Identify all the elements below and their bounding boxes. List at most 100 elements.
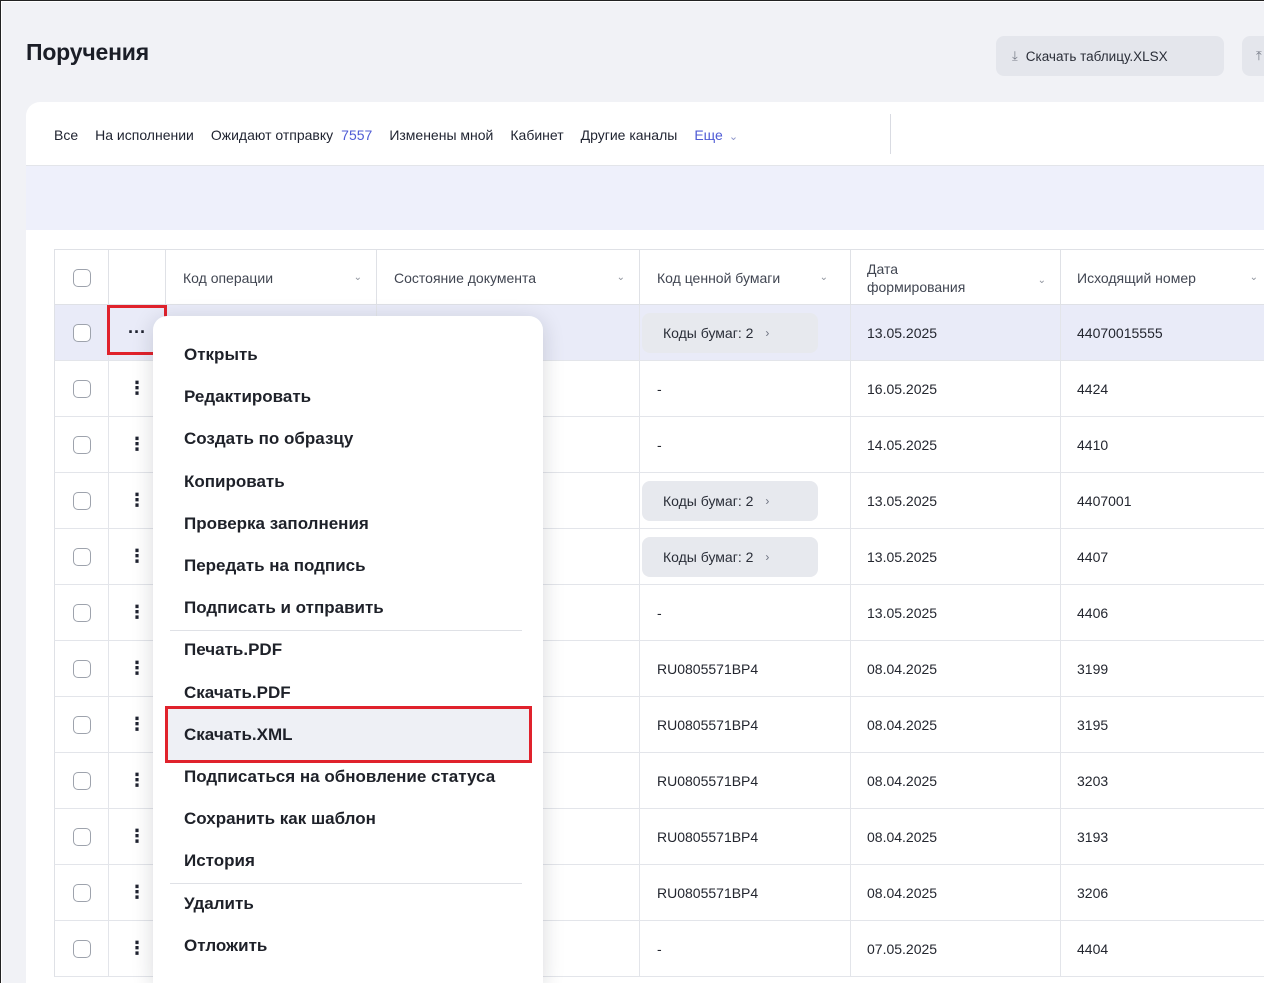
formation-date-cell: 08.04.2025 <box>851 697 1061 752</box>
menu-item-send-for-signature[interactable]: Передать на подпись <box>184 556 366 576</box>
row-checkbox[interactable] <box>72 939 91 958</box>
tab-awaiting-send[interactable]: Ожидают отправку 7557 <box>211 127 372 143</box>
menu-item-create-from-template[interactable]: Создать по образцу <box>184 429 353 449</box>
tab-in-progress[interactable]: На исполнении <box>95 127 194 143</box>
menu-item-subscribe-status[interactable]: Подписаться на обновление статуса <box>184 767 495 787</box>
tab-changed-by-me[interactable]: Изменены мной <box>389 127 493 143</box>
header-document-state[interactable]: Состояние документа ⌄ <box>377 250 640 305</box>
outgoing-number-cell: 3199 <box>1061 641 1264 696</box>
outgoing-number-cell: 4424 <box>1061 361 1264 416</box>
formation-date-cell: 08.04.2025 <box>851 641 1061 696</box>
security-code-cell: RU0805571BP4 <box>640 753 851 808</box>
header-outgoing-number[interactable]: Исходящий номер ⌄ <box>1061 250 1264 305</box>
formation-date-cell: 07.05.2025 <box>851 921 1061 976</box>
download-xlsx-button[interactable]: ⤓ Скачать таблицу.XLSX <box>996 36 1224 76</box>
security-codes-button[interactable]: Коды бумаг: 2 › <box>642 312 818 353</box>
row-checkbox[interactable] <box>72 323 91 342</box>
tab-cabinet[interactable]: Кабинет <box>510 127 563 143</box>
menu-item-delete[interactable]: Удалить <box>184 894 254 914</box>
header-actions <box>109 250 166 305</box>
select-all-checkbox[interactable] <box>72 268 91 287</box>
chevron-right-icon: › <box>765 493 770 508</box>
menu-item-edit[interactable]: Редактировать <box>184 387 311 407</box>
menu-item-download-xml[interactable]: Скачать.XML <box>184 725 293 745</box>
row-checkbox[interactable] <box>72 715 91 734</box>
tab-all[interactable]: Все <box>54 127 78 172</box>
row-checkbox-cell <box>55 473 109 528</box>
row-checkbox[interactable] <box>72 491 91 510</box>
more-vertical-icon: ⋮ <box>128 434 146 454</box>
tab-other-channels[interactable]: Другие каналы <box>581 127 678 143</box>
more-vertical-icon: ⋮ <box>128 546 146 566</box>
chevron-down-icon: ⌄ <box>819 272 828 283</box>
menu-item-check-filling[interactable]: Проверка заполнения <box>184 514 369 534</box>
header-formation-date[interactable]: Дата формирования ⌄ <box>851 250 1061 305</box>
row-checkbox[interactable] <box>72 603 91 622</box>
outgoing-number-cell: 4407 <box>1061 529 1264 584</box>
row-checkbox[interactable] <box>72 547 91 566</box>
download-xlsx-label: Скачать таблицу.XLSX <box>1025 48 1168 64</box>
menu-item-open[interactable]: Открыть <box>184 345 258 365</box>
header-security-code[interactable]: Код ценной бумаги ⌄ <box>640 250 851 305</box>
outgoing-number-cell: 3203 <box>1061 753 1264 808</box>
row-checkbox-cell <box>55 697 109 752</box>
upload-button[interactable]: ⤒ <box>1242 36 1264 76</box>
menu-item-print-pdf[interactable]: Печать.PDF <box>184 640 282 660</box>
row-checkbox-cell <box>55 529 109 584</box>
menu-item-save-as-template[interactable]: Сохранить как шаблон <box>184 809 376 829</box>
menu-item-download-pdf[interactable]: Скачать.PDF <box>184 683 291 703</box>
row-checkbox[interactable] <box>72 435 91 454</box>
security-code-cell: RU0805571BP4 <box>640 697 851 752</box>
row-checkbox[interactable] <box>72 659 91 678</box>
menu-item-copy[interactable]: Копировать <box>184 472 285 492</box>
upload-icon: ⤒ <box>1256 48 1262 63</box>
row-checkbox[interactable] <box>72 771 91 790</box>
row-checkbox-cell <box>55 753 109 808</box>
outgoing-number-cell: 3193 <box>1061 809 1264 864</box>
security-code-cell: Коды бумаг: 2 › <box>640 305 851 360</box>
security-code-cell: - <box>640 585 851 640</box>
outgoing-number-cell: 3195 <box>1061 697 1264 752</box>
more-vertical-icon: ⋮ <box>128 770 146 790</box>
formation-date-cell: 16.05.2025 <box>851 361 1061 416</box>
outgoing-number-cell: 3206 <box>1061 865 1264 920</box>
page-title: Поручения <box>26 39 149 65</box>
more-vertical-icon: ⋮ <box>128 826 146 846</box>
header-operation-code[interactable]: Код операции ⌄ <box>166 250 377 305</box>
menu-item-sign-and-send[interactable]: Подписать и отправить <box>184 598 384 618</box>
security-codes-button[interactable]: Коды бумаг: 2 › <box>642 536 818 577</box>
formation-date-cell: 08.04.2025 <box>851 865 1061 920</box>
header-select-all <box>55 250 109 305</box>
more-vertical-icon: ⋮ <box>128 658 146 678</box>
row-checkbox[interactable] <box>72 883 91 902</box>
row-checkbox-cell <box>55 641 109 696</box>
more-vertical-icon: ⋮ <box>128 938 146 958</box>
formation-date-cell: 08.04.2025 <box>851 753 1061 808</box>
more-vertical-icon: ⋮ <box>128 602 146 622</box>
security-code-cell: - <box>640 361 851 416</box>
menu-divider <box>170 630 522 631</box>
row-checkbox-cell <box>55 921 109 976</box>
menu-divider <box>170 883 522 884</box>
app-window: Поручения ⤓ Скачать таблицу.XLSX ⤒ Все Н… <box>0 0 1264 983</box>
row-checkbox-cell <box>55 305 109 360</box>
menu-item-history[interactable]: История <box>184 851 255 871</box>
row-checkbox[interactable] <box>72 827 91 846</box>
row-checkbox-cell <box>55 865 109 920</box>
outgoing-number-cell: 44070015555 <box>1061 305 1264 360</box>
menu-item-postpone[interactable]: Отложить <box>184 936 267 956</box>
row-checkbox[interactable] <box>72 379 91 398</box>
security-codes-button[interactable]: Коды бумаг: 2 › <box>642 480 818 521</box>
formation-date-cell: 13.05.2025 <box>851 305 1061 360</box>
security-code-cell: RU0805571BP4 <box>640 641 851 696</box>
row-checkbox-cell <box>55 361 109 416</box>
row-checkbox-cell <box>55 585 109 640</box>
outgoing-number-cell: 4407001 <box>1061 473 1264 528</box>
row-checkbox-cell <box>55 417 109 472</box>
chevron-right-icon: › <box>765 549 770 564</box>
more-vertical-icon: ⋮ <box>128 882 146 902</box>
formation-date-cell: 13.05.2025 <box>851 585 1061 640</box>
tab-more[interactable]: Еще ⌄ <box>694 127 738 143</box>
chevron-down-icon: ⌄ <box>616 272 625 283</box>
chevron-down-icon: ⌄ <box>1249 272 1258 283</box>
